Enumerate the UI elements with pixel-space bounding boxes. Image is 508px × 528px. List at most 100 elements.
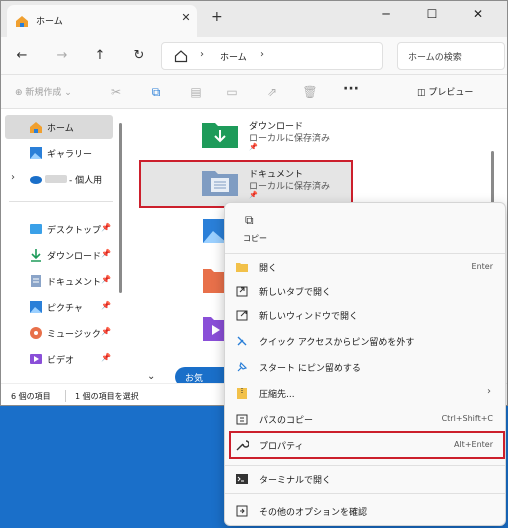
pin-icon: 📌 (101, 353, 111, 362)
menu-item-shortcut: Ctrl+Shift+C (441, 414, 493, 423)
menu-item-open-new-window[interactable]: 新しいウィンドウで開く (229, 303, 503, 327)
copy-icon: ⧉ (245, 213, 254, 227)
forward-button[interactable]: → (51, 45, 73, 67)
tab-close-icon[interactable]: ✕ (179, 11, 193, 27)
video-icon (29, 352, 43, 366)
item-count: 6 個の項目 (11, 392, 51, 401)
onedrive-icon (29, 172, 43, 186)
preview-icon: ◫ (417, 88, 426, 98)
chevron-down-icon: ⌄ (64, 88, 72, 98)
maximize-button[interactable]: ☐ (415, 3, 449, 25)
sidebar-item-onedrive[interactable]: › - 個人用 (1, 167, 113, 191)
menu-item-label: パスのコピー (259, 416, 314, 426)
breadcrumb-home[interactable]: ホーム (220, 50, 247, 63)
pin-icon: 📌 (249, 143, 258, 151)
sidebar-scrollbar[interactable] (119, 123, 122, 293)
sidebar-item-pictures[interactable]: ピクチャ 📌 (1, 295, 113, 319)
music-icon (29, 326, 43, 340)
pin-icon: 📌 (101, 275, 111, 284)
folder-open-icon (235, 260, 249, 274)
home-icon (29, 120, 43, 134)
back-button[interactable]: ← (11, 45, 33, 67)
redacted-name (45, 175, 67, 183)
pin-icon: 📌 (101, 301, 111, 310)
menu-item-pin-start[interactable]: スタート にピン留めする (229, 355, 503, 379)
address-bar[interactable]: › ホーム › (161, 42, 383, 70)
cut-icon[interactable]: ✂ (107, 83, 125, 101)
sidebar-item-label: ドキュメント (47, 278, 102, 288)
paste-icon[interactable]: ▤ (187, 83, 205, 101)
unpin-icon (235, 334, 249, 348)
new-button-label: 新規作成 (25, 88, 62, 98)
menu-item-compress[interactable]: 圧縮先... › (229, 381, 503, 405)
menu-item-open-terminal[interactable]: ターミナルで開く (229, 467, 503, 491)
menu-item-label: スタート にピン留めする (259, 364, 361, 374)
breadcrumb-separator: › (200, 49, 204, 60)
pin-icon: 📌 (101, 327, 111, 336)
menu-item-label: その他のオプションを確認 (259, 508, 368, 518)
sidebar-item-desktop[interactable]: デスクトップ 📌 (1, 217, 113, 241)
sidebar: ホーム ギャラリー › - 個人用 デスクトップ 📌 ダウンロード 📌 ドキュメ… (1, 109, 127, 383)
menu-item-unpin-quick-access[interactable]: クイック アクセスからピン留めを外す (229, 329, 503, 353)
pin-icon: 📌 (101, 223, 111, 232)
breadcrumb-separator[interactable]: › (260, 49, 264, 60)
sidebar-item-music[interactable]: ミュージック 📌 (1, 321, 113, 345)
menu-item-copy-path[interactable]: パスのコピー Ctrl+Shift+C (229, 407, 503, 431)
menu-item-label: 開く (259, 264, 278, 274)
context-menu: ⧉ コピー 開く Enter 新しいタブで開く 新しいウィンドウで開く クイック… (224, 202, 506, 526)
sidebar-item-label: - 個人用 (69, 176, 103, 186)
preview-label: プレビュー (428, 88, 474, 98)
preview-button[interactable]: ◫ プレビュー (417, 85, 473, 98)
highlight-box-properties (229, 431, 505, 459)
terminal-icon (235, 472, 249, 486)
tab-home[interactable]: ホーム ✕ (7, 5, 197, 37)
sidebar-item-label: デスクトップ (47, 226, 102, 236)
refresh-button[interactable]: ↻ (128, 45, 150, 67)
copy-path-icon (235, 412, 249, 426)
command-bar: ⊕ 新規作成 ⌄ ✂ ⧉ ▤ ▭ ⇗ 🗑 ··· ◫ プレビュー (1, 75, 507, 109)
rename-icon[interactable]: ▭ (223, 83, 241, 101)
more-button[interactable]: ··· (343, 81, 359, 97)
close-button[interactable]: ✕ (461, 3, 495, 25)
pin-icon: 📌 (101, 249, 111, 258)
menu-item-label: 新しいウィンドウで開く (259, 312, 359, 322)
search-input[interactable]: ホームの検索 (397, 42, 505, 70)
tab-label: ホーム (36, 17, 63, 27)
menu-item-label: 圧縮先... (259, 390, 295, 400)
expand-chevron-icon[interactable]: › (11, 172, 15, 183)
sidebar-item-videos[interactable]: ビデオ 📌 (1, 347, 113, 371)
sidebar-item-gallery[interactable]: ギャラリー (1, 141, 113, 165)
sidebar-item-downloads[interactable]: ダウンロード 📌 (1, 243, 113, 267)
new-button[interactable]: ⊕ 新規作成 ⌄ (15, 85, 72, 98)
title-bar: ホーム ✕ + ─ ☐ ✕ (1, 1, 507, 37)
menu-divider (225, 465, 505, 466)
menu-item-open-new-tab[interactable]: 新しいタブで開く (229, 279, 503, 303)
more-options-icon (235, 504, 249, 518)
highlight-box-documents (139, 160, 353, 208)
sidebar-item-label: ビデオ (47, 356, 75, 366)
minimize-button[interactable]: ─ (369, 3, 403, 25)
menu-item-label: クイック アクセスからピン留めを外す (259, 338, 415, 348)
share-icon[interactable]: ⇗ (263, 83, 281, 101)
up-button[interactable]: ↑ (89, 45, 111, 67)
sidebar-item-label: ホーム (47, 124, 74, 134)
sidebar-item-documents[interactable]: ドキュメント 📌 (1, 269, 113, 293)
document-icon (29, 274, 43, 288)
picture-icon (29, 300, 43, 314)
menu-item-more-options[interactable]: その他のオプションを確認 (229, 499, 503, 523)
submenu-chevron-icon: › (487, 386, 491, 397)
new-tab-button[interactable]: + (211, 9, 223, 25)
delete-icon[interactable]: 🗑 (301, 83, 319, 101)
copy-label: コピー (243, 234, 267, 243)
sidebar-item-home[interactable]: ホーム (5, 115, 113, 139)
folder-downloads[interactable]: ダウンロード ローカルに保存済み 📌 (201, 117, 411, 157)
copy-icon[interactable]: ⧉ (147, 83, 165, 101)
new-window-icon (235, 308, 249, 322)
copy-button[interactable]: ⧉ コピー (237, 213, 273, 249)
menu-item-shortcut: Enter (471, 262, 493, 271)
navigation-bar: ← → ↑ ↻ › ホーム › ホームの検索 (1, 37, 507, 75)
download-icon (29, 248, 43, 262)
status-divider (65, 390, 66, 402)
collapse-chevron-icon[interactable]: ⌄ (147, 371, 155, 382)
menu-item-open[interactable]: 開く Enter (229, 255, 503, 279)
